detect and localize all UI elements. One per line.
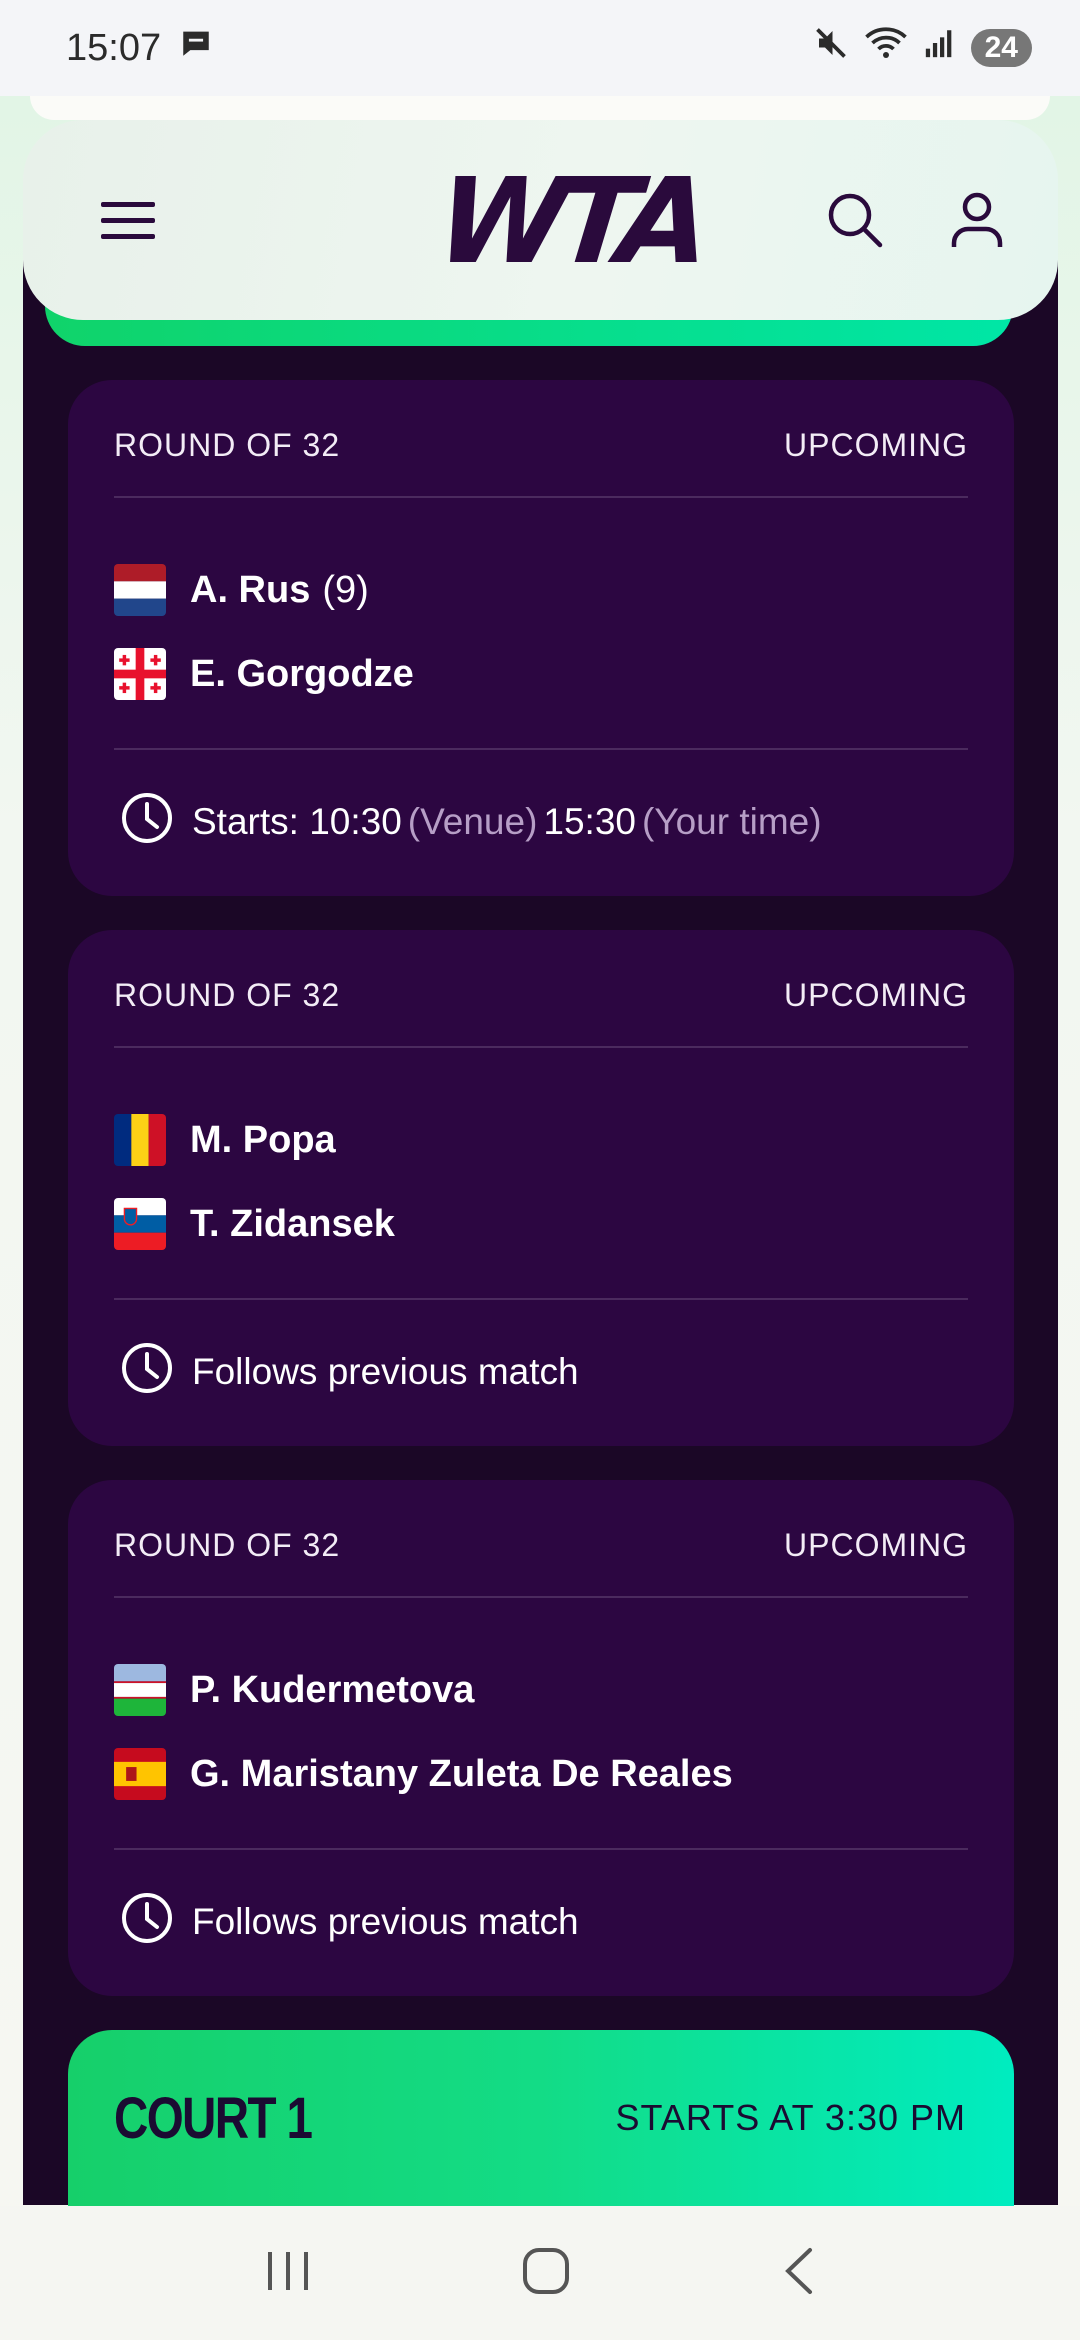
match-card[interactable]: ROUND OF 32 UPCOMING M. Popa T. Zidansek… — [68, 930, 1014, 1446]
status-left: 15:07 — [66, 26, 213, 70]
status-bar: 15:07 24 — [0, 0, 1080, 96]
player-name: A. Rus — [190, 568, 311, 611]
match-players: P. Kudermetova G. Maristany Zuleta De Re… — [114, 1598, 968, 1850]
message-icon — [179, 26, 213, 70]
match-card-header: ROUND OF 32 UPCOMING — [114, 380, 968, 498]
player-seed: (9) — [322, 568, 369, 611]
player-name: E. Gorgodze — [190, 652, 414, 695]
player-name: T. Zidansek — [190, 1202, 395, 1245]
signal-icon — [923, 26, 957, 70]
account-button[interactable] — [946, 189, 1008, 251]
local-time-label: (Your time) — [641, 801, 822, 842]
match-time: Follows previous match — [114, 1300, 968, 1444]
romania-flag-icon — [114, 1114, 166, 1166]
uzbekistan-flag-icon — [114, 1664, 166, 1716]
spain-flag-icon — [114, 1748, 166, 1800]
match-time: Starts: 10:30 (Venue) 15:30 (Your time) — [114, 750, 968, 894]
match-status: UPCOMING — [784, 977, 968, 1013]
wta-logo[interactable]: WTA — [431, 152, 708, 290]
clock-icon — [120, 1341, 174, 1404]
match-card-header: ROUND OF 32 UPCOMING — [114, 1480, 968, 1598]
court-title: COURT 1 — [114, 2085, 313, 2151]
clock-icon — [120, 791, 174, 854]
match-status: UPCOMING — [784, 427, 968, 463]
menu-button[interactable] — [97, 189, 159, 251]
status-right: 24 — [813, 25, 1032, 71]
recent-apps-icon — [268, 2251, 309, 2290]
menu-icon — [101, 202, 155, 239]
app-header: WTA — [23, 120, 1058, 320]
battery-indicator: 24 — [970, 29, 1032, 67]
search-icon — [828, 193, 883, 248]
court-start-time: STARTS AT 3:30 PM — [615, 2097, 966, 2138]
match-round: ROUND OF 32 — [114, 977, 341, 1013]
match-time-text: Follows previous match — [192, 1351, 579, 1392]
player-name: M. Popa — [190, 1118, 336, 1161]
recent-apps-button[interactable] — [264, 2248, 312, 2299]
match-card[interactable]: ROUND OF 32 UPCOMING A. Rus (9) E. Gorgo… — [68, 380, 1014, 896]
user-icon — [951, 192, 1003, 247]
previous-card-edge — [30, 96, 1050, 120]
clock-icon — [120, 1891, 174, 1954]
georgia-flag-icon — [114, 648, 166, 700]
venue-label: (Venue) — [407, 801, 538, 842]
search-button[interactable] — [824, 189, 886, 251]
player-row[interactable]: G. Maristany Zuleta De Reales — [114, 1732, 968, 1816]
player-row[interactable]: E. Gorgodze — [114, 632, 968, 716]
back-button[interactable] — [780, 2246, 816, 2301]
netherlands-flag-icon — [114, 564, 166, 616]
header-actions — [824, 189, 1008, 251]
match-status: UPCOMING — [784, 1527, 968, 1563]
court-header[interactable]: COURT 1 STARTS AT 3:30 PM — [68, 2030, 1014, 2206]
match-round: ROUND OF 32 — [114, 1527, 341, 1563]
match-time: Follows previous match — [114, 1850, 968, 1994]
home-button[interactable] — [521, 2246, 571, 2301]
player-row[interactable]: T. Zidansek — [114, 1182, 968, 1266]
match-card-header: ROUND OF 32 UPCOMING — [114, 930, 968, 1048]
home-icon — [522, 2247, 569, 2294]
match-round: ROUND OF 32 — [114, 427, 341, 463]
match-players: A. Rus (9) E. Gorgodze — [114, 498, 968, 750]
status-time: 15:07 — [66, 26, 162, 69]
slovenia-flag-icon — [114, 1198, 166, 1250]
start-time-venue: Starts: 10:30 — [192, 801, 402, 842]
start-time-local: 15:30 — [543, 801, 636, 842]
player-name: P. Kudermetova — [190, 1668, 475, 1711]
match-time-text: Follows previous match — [192, 1901, 579, 1942]
mute-icon — [813, 25, 849, 71]
player-name: G. Maristany Zuleta De Reales — [190, 1752, 733, 1795]
wifi-icon — [863, 25, 909, 71]
player-row[interactable]: M. Popa — [114, 1098, 968, 1182]
match-card[interactable]: ROUND OF 32 UPCOMING P. Kudermetova G. M… — [68, 1480, 1014, 1996]
player-row[interactable]: P. Kudermetova — [114, 1648, 968, 1732]
back-icon — [784, 2247, 812, 2294]
match-players: M. Popa T. Zidansek — [114, 1048, 968, 1300]
system-navigation-bar — [0, 2206, 1080, 2340]
player-row[interactable]: A. Rus (9) — [114, 548, 968, 632]
